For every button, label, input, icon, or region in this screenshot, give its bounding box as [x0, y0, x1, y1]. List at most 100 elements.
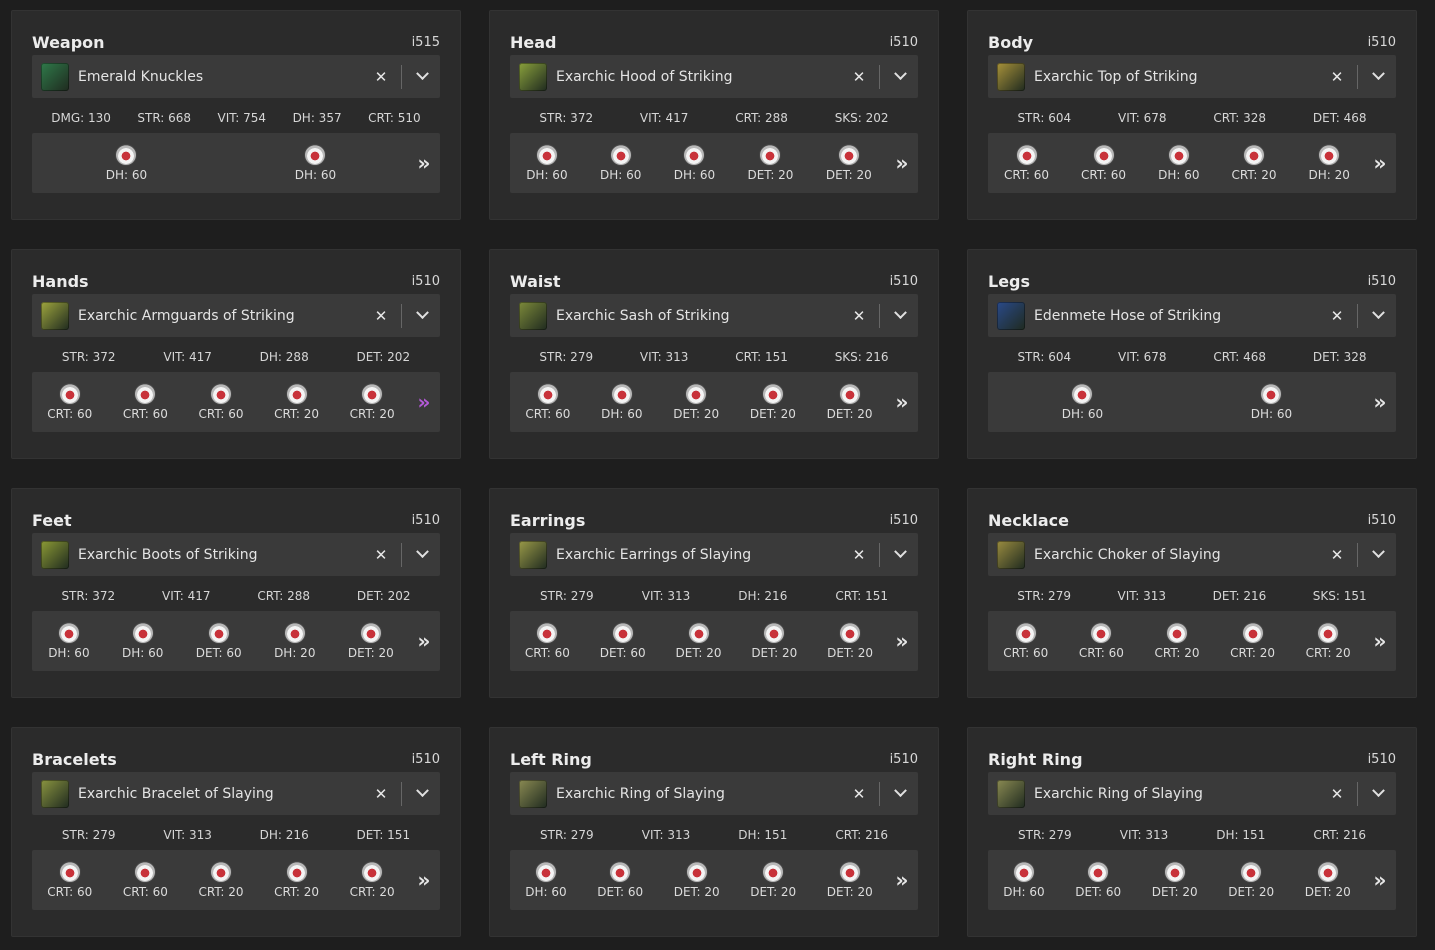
clear-item-button[interactable]: ✕ — [845, 780, 873, 808]
materia-slot[interactable]: CRT: 60 — [1081, 144, 1126, 182]
item-dropdown-button[interactable] — [1364, 63, 1392, 91]
item-dropdown-button[interactable] — [1364, 302, 1392, 330]
expand-materia-button[interactable]: » — [888, 850, 916, 910]
expand-materia-button[interactable]: » — [1366, 850, 1394, 910]
item-select[interactable]: Exarchic Choker of Slaying ✕ — [988, 533, 1396, 576]
materia-slot[interactable]: CRT: 20 — [1230, 622, 1275, 660]
expand-materia-button[interactable]: » — [1366, 372, 1394, 432]
materia-slot[interactable]: DET: 20 — [676, 622, 721, 660]
item-select[interactable]: Exarchic Top of Striking ✕ — [988, 55, 1396, 98]
materia-slot[interactable]: CRT: 60 — [1079, 622, 1124, 660]
materia-slot[interactable]: CRT: 20 — [198, 861, 243, 899]
materia-slot[interactable]: CRT: 60 — [198, 383, 243, 421]
materia-slot[interactable]: DH: 60 — [106, 144, 147, 182]
item-select[interactable]: Exarchic Ring of Slaying ✕ — [510, 772, 918, 815]
materia-slot[interactable]: DET: 20 — [750, 861, 796, 899]
item-select[interactable]: Exarchic Hood of Striking ✕ — [510, 55, 918, 98]
materia-slot[interactable]: DET: 20 — [1152, 861, 1198, 899]
materia-slot[interactable]: CRT: 60 — [123, 861, 168, 899]
materia-slot[interactable]: DET: 20 — [750, 383, 796, 421]
materia-slot[interactable]: DET: 20 — [1228, 861, 1274, 899]
clear-item-button[interactable]: ✕ — [1323, 302, 1351, 330]
materia-slot[interactable]: DET: 20 — [348, 622, 394, 660]
materia-slot[interactable]: DH: 60 — [1003, 861, 1045, 899]
materia-slot[interactable]: DH: 60 — [1251, 383, 1292, 421]
materia-slot[interactable]: DH: 60 — [525, 861, 567, 899]
expand-materia-button[interactable]: » — [888, 372, 916, 432]
item-select[interactable]: Emerald Knuckles ✕ — [32, 55, 440, 98]
clear-item-button[interactable]: ✕ — [367, 541, 395, 569]
clear-item-button[interactable]: ✕ — [845, 63, 873, 91]
materia-slot[interactable]: DET: 20 — [673, 383, 719, 421]
materia-slot[interactable]: DET: 20 — [827, 861, 873, 899]
materia-slot[interactable]: DH: 60 — [295, 144, 336, 182]
materia-slot[interactable]: DET: 60 — [597, 861, 643, 899]
item-dropdown-button[interactable] — [886, 780, 914, 808]
materia-slot[interactable]: DET: 20 — [674, 861, 720, 899]
materia-slot[interactable]: CRT: 60 — [123, 383, 168, 421]
materia-slot[interactable]: DH: 60 — [1158, 144, 1199, 182]
materia-slot[interactable]: CRT: 20 — [274, 383, 319, 421]
materia-slot[interactable]: CRT: 20 — [274, 861, 319, 899]
expand-materia-button[interactable]: » — [410, 850, 438, 910]
materia-slot[interactable]: DET: 20 — [1305, 861, 1351, 899]
materia-slot[interactable]: DET: 20 — [826, 144, 872, 182]
expand-materia-button[interactable]: » — [888, 611, 916, 671]
materia-slot[interactable]: CRT: 60 — [525, 622, 570, 660]
materia-slot[interactable]: DET: 20 — [747, 144, 793, 182]
materia-slot[interactable]: CRT: 20 — [350, 861, 395, 899]
clear-item-button[interactable]: ✕ — [1323, 63, 1351, 91]
materia-slot[interactable]: DH: 60 — [674, 144, 715, 182]
item-select[interactable]: Exarchic Bracelet of Slaying ✕ — [32, 772, 440, 815]
materia-slot[interactable]: DH: 60 — [48, 622, 90, 660]
materia-slot[interactable]: CRT: 20 — [1232, 144, 1277, 182]
item-select[interactable]: Exarchic Boots of Striking ✕ — [32, 533, 440, 576]
materia-slot[interactable]: DET: 20 — [751, 622, 797, 660]
expand-materia-button[interactable]: » — [1366, 133, 1394, 193]
clear-item-button[interactable]: ✕ — [367, 63, 395, 91]
expand-materia-button[interactable]: » — [410, 372, 438, 432]
item-dropdown-button[interactable] — [886, 541, 914, 569]
materia-slot[interactable]: DH: 60 — [526, 144, 568, 182]
materia-slot[interactable]: DET: 20 — [827, 383, 873, 421]
materia-slot[interactable]: CRT: 20 — [1154, 622, 1199, 660]
item-dropdown-button[interactable] — [408, 63, 436, 91]
item-dropdown-button[interactable] — [1364, 780, 1392, 808]
expand-materia-button[interactable]: » — [410, 133, 438, 193]
materia-slot[interactable]: DH: 60 — [1062, 383, 1103, 421]
materia-slot[interactable]: DET: 60 — [196, 622, 242, 660]
expand-materia-button[interactable]: » — [888, 133, 916, 193]
expand-materia-button[interactable]: » — [410, 611, 438, 671]
materia-slot[interactable]: CRT: 60 — [1004, 144, 1049, 182]
materia-slot[interactable]: DH: 20 — [1309, 144, 1350, 182]
clear-item-button[interactable]: ✕ — [1323, 541, 1351, 569]
materia-slot[interactable]: CRT: 60 — [525, 383, 570, 421]
materia-slot[interactable]: CRT: 20 — [350, 383, 395, 421]
item-select[interactable]: Exarchic Ring of Slaying ✕ — [988, 772, 1396, 815]
materia-slot[interactable]: DET: 60 — [600, 622, 646, 660]
clear-item-button[interactable]: ✕ — [1323, 780, 1351, 808]
clear-item-button[interactable]: ✕ — [845, 541, 873, 569]
materia-slot[interactable]: DH: 20 — [274, 622, 315, 660]
item-select[interactable]: Edenmete Hose of Striking ✕ — [988, 294, 1396, 337]
clear-item-button[interactable]: ✕ — [367, 780, 395, 808]
materia-slot[interactable]: DH: 60 — [601, 383, 642, 421]
materia-slot[interactable]: DET: 20 — [827, 622, 873, 660]
item-dropdown-button[interactable] — [886, 63, 914, 91]
item-select[interactable]: Exarchic Earrings of Slaying ✕ — [510, 533, 918, 576]
materia-slot[interactable]: DH: 60 — [600, 144, 641, 182]
materia-slot[interactable]: CRT: 60 — [1003, 622, 1048, 660]
materia-slot[interactable]: CRT: 20 — [1306, 622, 1351, 660]
item-dropdown-button[interactable] — [408, 302, 436, 330]
materia-slot[interactable]: CRT: 60 — [47, 861, 92, 899]
clear-item-button[interactable]: ✕ — [367, 302, 395, 330]
expand-materia-button[interactable]: » — [1366, 611, 1394, 671]
materia-slot[interactable]: DET: 60 — [1075, 861, 1121, 899]
item-dropdown-button[interactable] — [408, 541, 436, 569]
clear-item-button[interactable]: ✕ — [845, 302, 873, 330]
item-select[interactable]: Exarchic Sash of Striking ✕ — [510, 294, 918, 337]
item-dropdown-button[interactable] — [1364, 541, 1392, 569]
materia-slot[interactable]: DH: 60 — [122, 622, 163, 660]
item-dropdown-button[interactable] — [886, 302, 914, 330]
item-dropdown-button[interactable] — [408, 780, 436, 808]
